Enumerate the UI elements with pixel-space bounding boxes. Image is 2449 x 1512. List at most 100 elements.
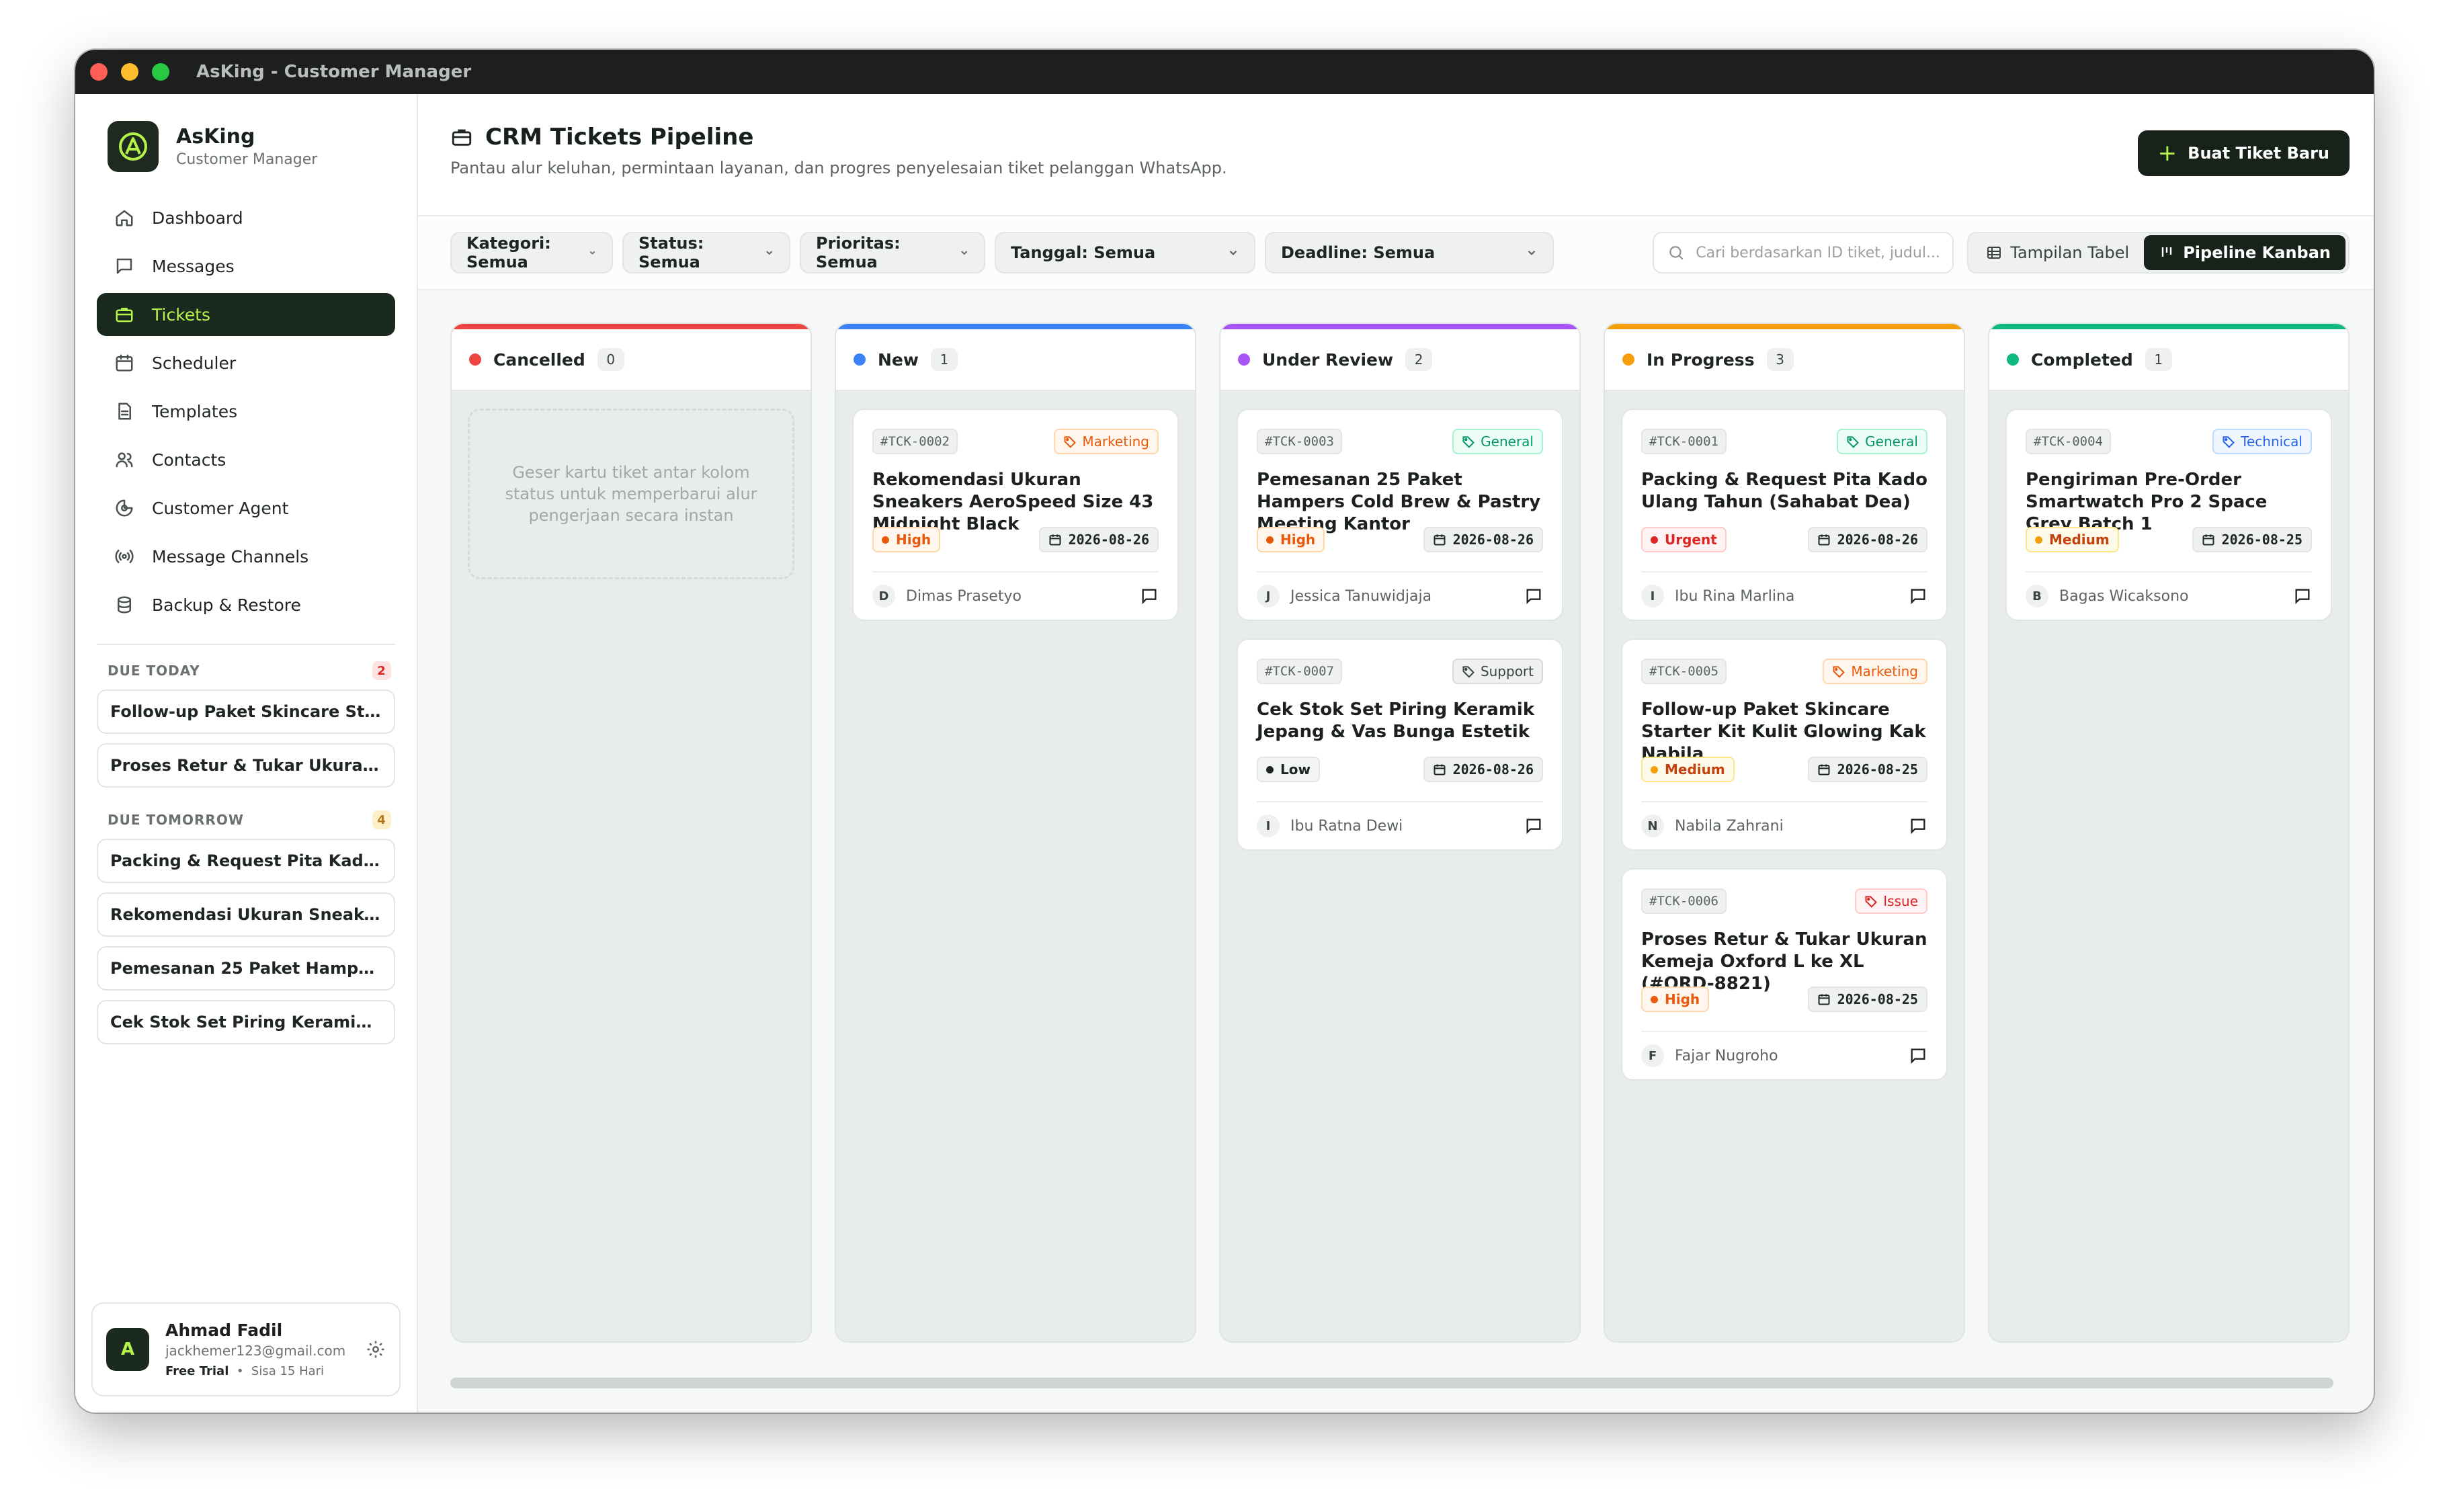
assignee-avatar: F <box>1641 1044 1664 1067</box>
priority-dot-icon <box>882 536 889 544</box>
status-dot-icon <box>1622 353 1634 366</box>
deadline-date: 2026-08-25 <box>1837 991 1918 1007</box>
minimize-window-button[interactable] <box>121 63 138 81</box>
chat-icon[interactable] <box>2293 587 2312 605</box>
kanban-view-label: Pipeline Kanban <box>2183 243 2331 262</box>
column-header: New 1 <box>836 329 1195 391</box>
status-dot-icon <box>2007 353 2019 366</box>
column-accent <box>452 324 811 329</box>
sidebar-item-tickets[interactable]: Tickets <box>97 293 395 336</box>
sidebar-item-dashboard[interactable]: Dashboard <box>97 196 395 239</box>
ticket-card[interactable]: #TCK-0002 Marketing Rekomendasi Ukuran Sne… <box>852 409 1179 621</box>
due-tomorrow-count: 4 <box>372 810 391 829</box>
due-item[interactable]: Pemesanan 25 Paket Hampers Cold Brew & P… <box>97 946 395 991</box>
filter-dropdown[interactable]: Status: Semua <box>622 232 790 274</box>
due-item[interactable]: Cek Stok Set Piring Keramik Jepang & Vas… <box>97 1000 395 1044</box>
search-input[interactable]: Cari berdasarkan ID tiket, judul... <box>1653 232 1954 274</box>
chat-icon[interactable] <box>1524 587 1543 605</box>
sidebar-item-templates[interactable]: Templates <box>97 390 395 433</box>
title-bar: AsKing - Customer Manager <box>75 50 2374 94</box>
priority-label: Low <box>1280 761 1311 778</box>
sidebar-item-backup-restore[interactable]: Backup & Restore <box>97 583 395 626</box>
chevron-down-icon <box>960 251 967 255</box>
due-today-header: DUE TODAY 2 <box>75 661 417 680</box>
search-icon <box>1669 246 1684 260</box>
ticket-id: #TCK-0007 <box>1257 659 1342 684</box>
horizontal-scrollbar[interactable] <box>450 1378 2333 1388</box>
assignee-name: Jessica Tanuwidjaja <box>1290 587 1432 605</box>
ticket-title: Packing & Request Pita Kado Ulang Tahun … <box>1641 470 1927 512</box>
column-title: In Progress <box>1647 349 1755 370</box>
category-tag: General <box>1837 429 1927 454</box>
priority-dot-icon <box>1651 765 1658 773</box>
table-view-button[interactable]: Tampilan Tabel <box>1971 235 2144 270</box>
kanban-column-completed: Completed 1 #TCK-0004 Technical Pengiriman P… <box>1988 323 2350 1343</box>
filter-dropdown[interactable]: Kategori: Semua <box>450 232 613 274</box>
chevron-down-icon <box>765 251 772 255</box>
category-label: Marketing <box>1851 663 1918 679</box>
ticket-card[interactable]: #TCK-0004 Technical Pengiriman Pre-Order S… <box>2005 409 2332 621</box>
user-card[interactable]: A Ahmad Fadil jackhemer123@gmail.com Fre… <box>91 1302 401 1396</box>
due-item[interactable]: Follow-up Paket Skincare Starter Kit Kul… <box>97 689 395 734</box>
tag-icon <box>1462 436 1475 448</box>
chat-icon[interactable] <box>1909 587 1927 605</box>
sidebar-item-contacts[interactable]: Contacts <box>97 438 395 481</box>
page-header: CRM Tickets Pipeline Pantau alur keluhan… <box>418 94 2374 216</box>
column-count: 1 <box>2145 348 2172 371</box>
filter-dropdown[interactable]: Tanggal: Semua <box>995 232 1255 274</box>
sidebar-item-message-channels[interactable]: Message Channels <box>97 535 395 578</box>
ticket-card[interactable]: #TCK-0003 General Pemesanan 25 Paket Hampe… <box>1237 409 1563 621</box>
plus-icon: + <box>2157 140 2177 167</box>
assignee-name: Fajar Nugroho <box>1675 1047 1778 1064</box>
create-ticket-button[interactable]: + Buat Tiket Baru <box>2137 130 2350 176</box>
chat-icon[interactable] <box>1524 816 1543 835</box>
deadline-badge: 2026-08-26 <box>1423 527 1543 552</box>
empty-drop-zone[interactable]: Geser kartu tiket antar kolom status unt… <box>468 409 794 579</box>
due-today-count: 2 <box>372 661 391 680</box>
ticket-title: Proses Retur & Tukar Ukuran Kemeja Oxfor… <box>1641 929 1927 994</box>
page-subtitle: Pantau alur keluhan, permintaan layanan,… <box>450 159 1227 177</box>
due-item[interactable]: Proses Retur & Tukar Ukuran Kemeja Oxfor… <box>97 743 395 788</box>
assignee-name: Ibu Ratna Dewi <box>1290 817 1403 835</box>
kanban-view-button[interactable]: Pipeline Kanban <box>2144 235 2346 270</box>
ticket-card[interactable]: #TCK-0006 Issue Proses Retur & Tukar Ukura… <box>1621 868 1948 1081</box>
sidebar-item-scheduler[interactable]: Scheduler <box>97 341 395 384</box>
deadline-badge: 2026-08-25 <box>1807 757 1927 782</box>
due-item-title: Packing & Request Pita Kado Ulang Tahun … <box>110 851 382 870</box>
column-header: In Progress 3 <box>1605 329 1964 391</box>
close-window-button[interactable] <box>90 63 108 81</box>
due-item[interactable]: Packing & Request Pita Kado Ulang Tahun … <box>97 839 395 883</box>
priority-badge: High <box>1641 986 1710 1012</box>
brand[interactable]: AsKing Customer Manager <box>75 94 417 172</box>
sidebar-item-label: Tickets <box>152 304 210 325</box>
sidebar-item-label: Message Channels <box>152 546 309 566</box>
database-icon <box>118 596 131 614</box>
chat-icon[interactable] <box>1909 816 1927 835</box>
category-tag: General <box>1452 429 1543 454</box>
sidebar-item-messages[interactable]: Messages <box>97 245 395 288</box>
create-ticket-label: Buat Tiket Baru <box>2188 144 2329 163</box>
kanban-icon <box>2162 247 2172 257</box>
chat-icon[interactable] <box>1909 1046 1927 1065</box>
chat-icon[interactable] <box>1140 587 1159 605</box>
column-title: New <box>878 349 919 370</box>
avatar: A <box>106 1328 149 1371</box>
due-item-title: Cek Stok Set Piring Keramik Jepang & Vas… <box>110 1013 382 1032</box>
sidebar-item-customer-agent[interactable]: Customer Agent <box>97 487 395 530</box>
kanban-board: Cancelled 0 Geser kartu tiket antar kolom … <box>418 290 2374 1413</box>
category-label: Marketing <box>1082 433 1149 450</box>
due-tomorrow-label: DUE TOMORROW <box>108 812 244 828</box>
category-label: Support <box>1480 663 1534 679</box>
gear-icon[interactable] <box>366 1339 386 1359</box>
deadline-badge: 2026-08-26 <box>1038 527 1159 552</box>
ticket-card[interactable]: #TCK-0001 General Packing & Request Pita K… <box>1621 409 1948 621</box>
filter-dropdown[interactable]: Deadline: Semua <box>1265 232 1554 274</box>
ticket-card[interactable]: #TCK-0007 Support Cek Stok Set Piring Kera… <box>1237 638 1563 851</box>
ticket-card[interactable]: #TCK-0005 Marketing Follow-up Paket Skinca… <box>1621 638 1948 851</box>
due-item[interactable]: Rekomendasi Ukuran Sneakers AeroSpeed Si… <box>97 892 395 937</box>
deadline-badge: 2026-08-25 <box>2192 527 2312 552</box>
maximize-window-button[interactable] <box>152 63 169 81</box>
briefcase-icon <box>452 129 472 146</box>
ticket-id: #TCK-0004 <box>2026 429 2111 454</box>
filter-dropdown[interactable]: Prioritas: Semua <box>800 232 985 274</box>
